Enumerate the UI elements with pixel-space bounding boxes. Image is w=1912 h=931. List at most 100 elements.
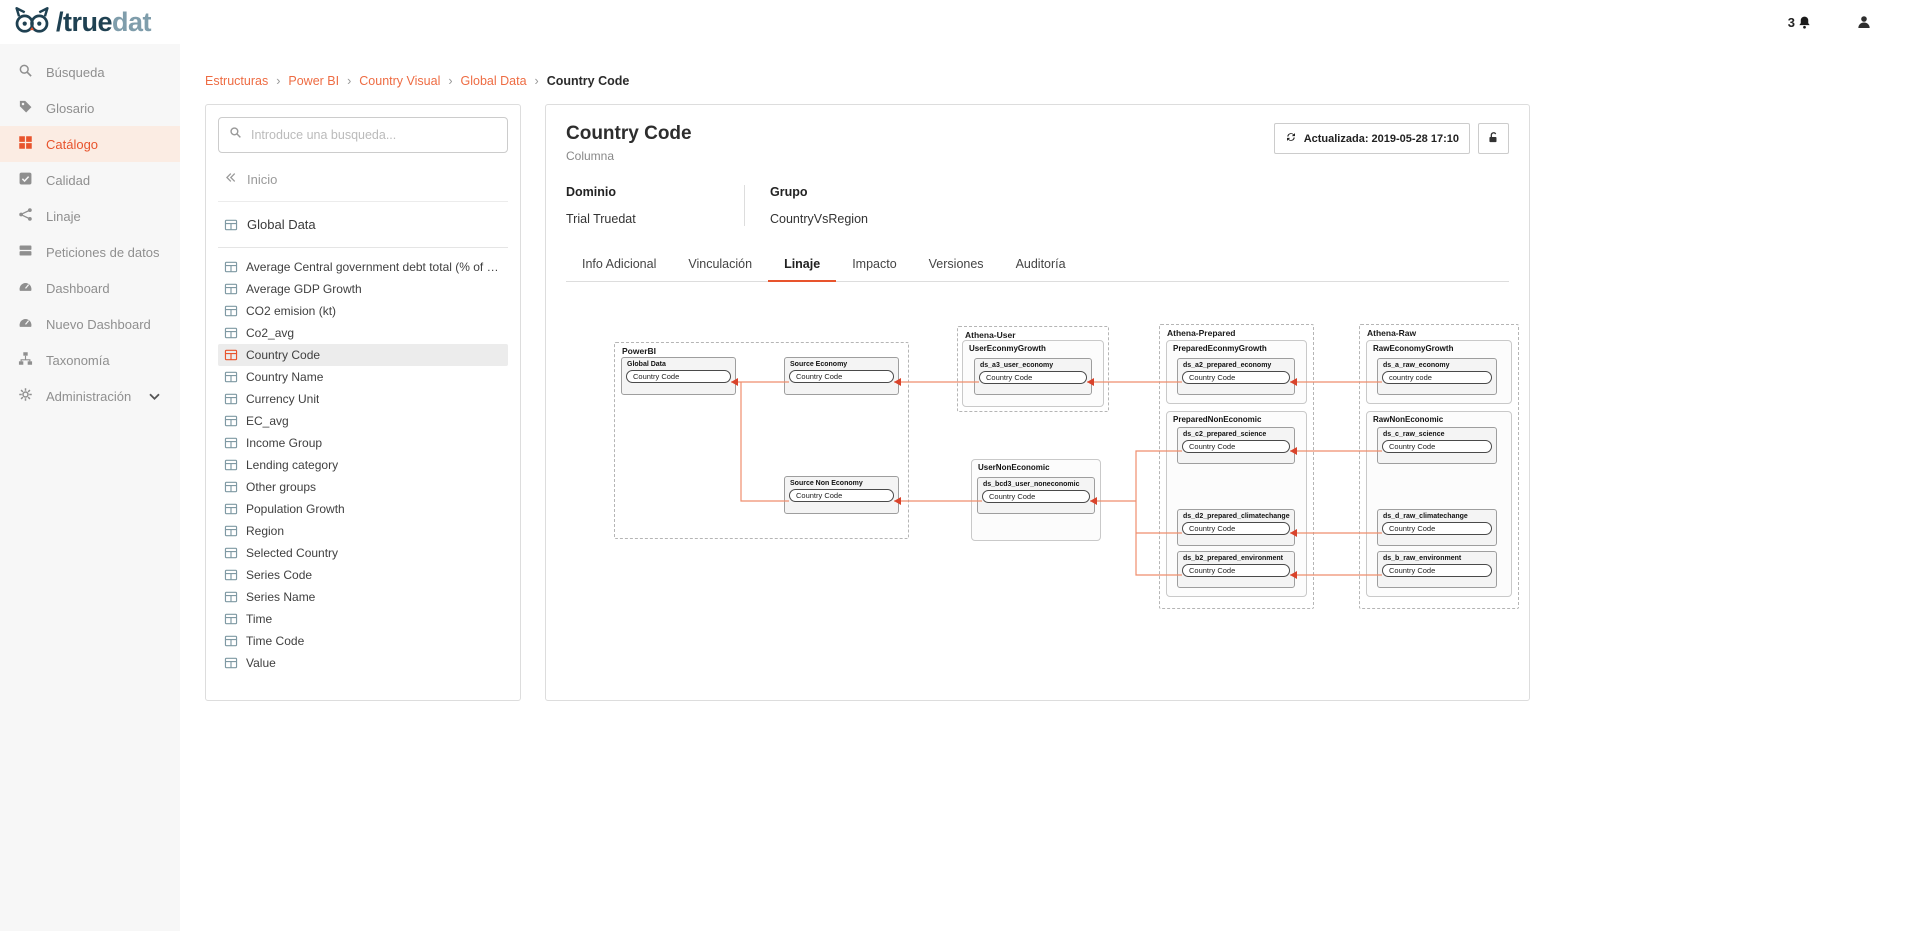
breadcrumb-link-global-data[interactable]: Global Data [461,74,547,88]
breadcrumb: EstructurasPower BICountry VisualGlobal … [205,74,1912,88]
list-item-selected[interactable]: Country Code [218,344,508,366]
lineage-node-ds-a-raw-economy[interactable]: ds_a_raw_economy country code [1377,358,1497,395]
list-item[interactable]: Other groups [218,476,508,498]
field-pill[interactable]: Country Code [789,489,894,502]
node-title: ds_a_raw_economy [1378,359,1496,370]
domain-value: Trial Truedat [566,212,704,226]
lineage-node-source-non-economy[interactable]: Source Non Economy Country Code [784,476,899,514]
sidebar-item-busqueda[interactable]: Búsqueda [0,54,180,90]
refresh-button[interactable]: Actualizada: 2019-05-28 17:10 [1274,123,1470,154]
main-content: EstructurasPower BICountry VisualGlobal … [180,44,1912,931]
node-title: Source Non Economy [785,477,898,488]
user-menu-icon[interactable] [1856,14,1872,30]
list-item[interactable]: Value [218,652,508,674]
list-item-label: Region [246,524,284,538]
sidebar-item-calidad[interactable]: Calidad [0,162,180,198]
tab-linaje[interactable]: Linaje [768,248,836,282]
gauge-icon [18,279,33,297]
list-item-label: Average Central government debt total (%… [246,260,502,274]
column-icon [224,436,238,450]
search-input[interactable] [251,128,497,142]
check-square-icon [18,171,33,189]
parent-item-global-data[interactable]: Global Data [218,202,508,248]
column-icon [224,348,238,362]
lineage-node-ds-c-raw-science[interactable]: ds_c_raw_science Country Code [1377,427,1497,464]
sidebar-item-taxonomia[interactable]: Taxonomía [0,342,180,378]
field-pill[interactable]: Country Code [1182,522,1290,535]
field-pill[interactable]: Country Code [626,370,731,383]
list-item[interactable]: Country Name [218,366,508,388]
list-item-label: Series Code [246,568,312,582]
share-icon [18,207,33,225]
list-item[interactable]: Time Code [218,630,508,652]
list-item[interactable]: Average GDP Growth [218,278,508,300]
truedat-logo[interactable]: /truedat [14,5,151,39]
field-pill[interactable]: country code [1382,371,1492,384]
tab-vinculacion[interactable]: Vinculación [672,248,768,281]
list-item[interactable]: Currency Unit [218,388,508,410]
updated-label: Actualizada: 2019-05-28 17:10 [1304,133,1459,145]
lineage-node-source-economy[interactable]: Source Economy Country Code [784,357,899,395]
sidebar-item-administracion[interactable]: Administración [0,378,180,414]
lock-button[interactable] [1478,123,1509,154]
breadcrumb-link-powerbi[interactable]: Power BI [288,74,359,88]
field-pill[interactable]: Country Code [1182,440,1290,453]
lock-icon [1487,131,1500,147]
sidebar-item-catalogo[interactable]: Catálogo [0,126,180,162]
tab-info-adicional[interactable]: Info Adicional [566,248,672,281]
back-to-inicio[interactable]: Inicio [218,153,508,202]
field-pill[interactable]: Country Code [1382,440,1492,453]
column-icon [224,282,238,296]
list-item[interactable]: Series Name [218,586,508,608]
tab-impacto[interactable]: Impacto [836,248,912,281]
column-icon [224,546,238,560]
list-item[interactable]: Region [218,520,508,542]
sidebar-item-label: Linaje [46,209,81,224]
list-item[interactable]: Income Group [218,432,508,454]
lineage-node-ds-a2-prepared-economy[interactable]: ds_a2_prepared_economy Country Code [1177,358,1295,395]
lineage-node-ds-bcd3-user-noneconomic[interactable]: ds_bcd3_user_noneconomic Country Code [977,477,1095,514]
lineage-node-ds-b-raw-environment[interactable]: ds_b_raw_environment Country Code [1377,551,1497,588]
list-item[interactable]: EC_avg [218,410,508,432]
list-item[interactable]: Population Growth [218,498,508,520]
field-pill[interactable]: Country Code [979,371,1087,384]
lineage-node-ds-d-raw-climatechange[interactable]: ds_d_raw_climatechange Country Code [1377,509,1497,546]
field-pill[interactable]: Country Code [789,370,894,383]
list-item[interactable]: Selected Country [218,542,508,564]
sidebar-item-nuevo-dashboard[interactable]: Nuevo Dashboard [0,306,180,342]
lineage-node-ds-a3-user-economy[interactable]: ds_a3_user_economy Country Code [974,358,1092,395]
sidebar-item-label: Catálogo [46,137,98,152]
breadcrumb-link-estructuras[interactable]: Estructuras [205,74,288,88]
sidebar-item-peticiones[interactable]: Peticiones de datos [0,234,180,270]
list-item-label: Income Group [246,436,322,450]
field-pill[interactable]: Country Code [1182,371,1290,384]
sidebar-item-linaje[interactable]: Linaje [0,198,180,234]
field-pill[interactable]: Country Code [1382,564,1492,577]
tab-versiones[interactable]: Versiones [913,248,1000,281]
sidebar-item-dashboard[interactable]: Dashboard [0,270,180,306]
list-item[interactable]: Lending category [218,454,508,476]
lineage-node-ds-d2-prepared-climatechange[interactable]: ds_d2_prepared_climatechange Country Cod… [1177,509,1295,546]
lineage-node-global-data[interactable]: Global Data Country Code [621,357,736,395]
column-icon [224,370,238,384]
tab-auditoria[interactable]: Auditoría [1000,248,1082,281]
field-pill[interactable]: Country Code [1382,522,1492,535]
list-item[interactable]: Co2_avg [218,322,508,344]
list-item[interactable]: Time [218,608,508,630]
lineage-node-ds-b2-prepared-environment[interactable]: ds_b2_prepared_environment Country Code [1177,551,1295,588]
list-item-label: Population Growth [246,502,345,516]
list-item[interactable]: CO2 emision (kt) [218,300,508,322]
notifications-button[interactable]: 3 [1788,15,1812,30]
field-pill[interactable]: Country Code [1182,564,1290,577]
top-bar: /truedat 3 [0,0,1912,44]
breadcrumb-link-country-visual[interactable]: Country Visual [359,74,460,88]
list-item-label: Series Name [246,590,315,604]
grid-icon [18,135,33,153]
sidebar-item-glosario[interactable]: Glosario [0,90,180,126]
gauge-icon [18,315,33,333]
structure-type: Columna [566,149,692,163]
list-item[interactable]: Series Code [218,564,508,586]
field-pill[interactable]: Country Code [982,490,1090,503]
list-item[interactable]: Average Central government debt total (%… [218,256,508,278]
lineage-node-ds-c2-prepared-science[interactable]: ds_c2_prepared_science Country Code [1177,427,1295,464]
